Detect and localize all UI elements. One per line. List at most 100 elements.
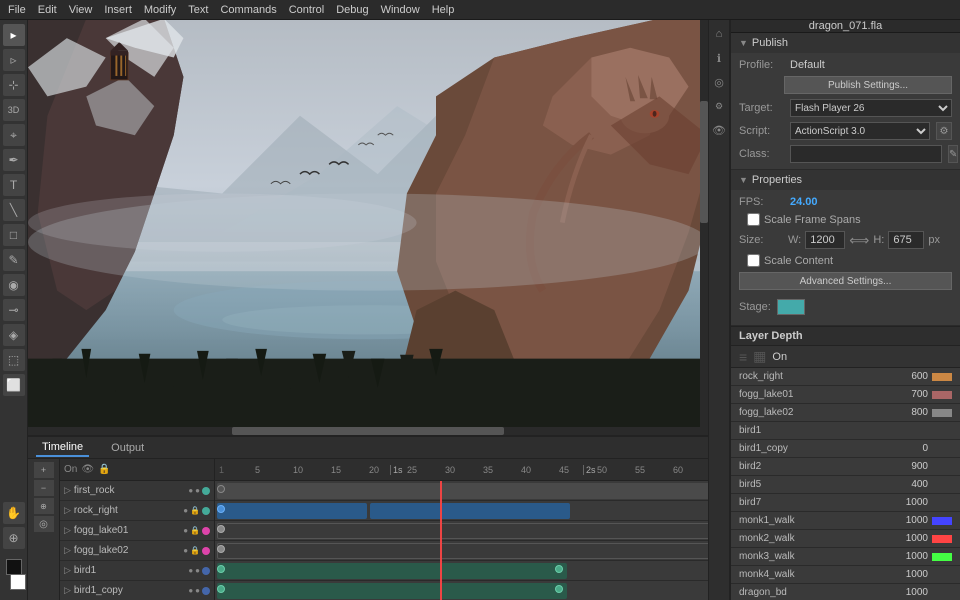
depth-row-bird1-copy[interactable]: bird1_copy 0 xyxy=(731,440,960,458)
add-motion-btn[interactable]: ⊕ xyxy=(34,498,54,514)
menu-insert[interactable]: Insert xyxy=(104,4,132,16)
subselection-tool[interactable]: ▹ xyxy=(3,49,25,71)
line-tool[interactable]: ╲ xyxy=(3,199,25,221)
fps-value[interactable]: 24.00 xyxy=(790,196,818,208)
paint-bucket-tool[interactable]: ◈ xyxy=(3,324,25,346)
depth-row-monk2-walk[interactable]: monk2_walk 1000 xyxy=(731,530,960,548)
script-wrench-btn[interactable]: ⚙ xyxy=(936,122,952,140)
menu-edit[interactable]: Edit xyxy=(38,4,57,16)
menu-window[interactable]: Window xyxy=(381,4,420,16)
properties-arrow: ▼ xyxy=(739,175,748,185)
eyedropper-tool[interactable]: ⬚ xyxy=(3,349,25,371)
depth-row-bird7[interactable]: bird7 1000 xyxy=(731,494,960,512)
freetransform-tool[interactable]: ⊹ xyxy=(3,74,25,96)
h-scrollbar-thumb[interactable] xyxy=(232,427,504,435)
eraser-tool[interactable]: ⬜ xyxy=(3,374,25,396)
depth-row-rock-right[interactable]: rock_right 600 xyxy=(731,368,960,386)
center-area: Timeline Output + − ⊕ ◎ On 👁 🔒 xyxy=(28,20,708,600)
stroke-color[interactable] xyxy=(6,559,22,575)
lock-icon-fogg-lake01[interactable]: 🔒 xyxy=(190,526,200,535)
icon-strip-home[interactable]: ⌂ xyxy=(711,26,727,42)
text-tool[interactable]: T xyxy=(3,174,25,196)
delete-layer-btn[interactable]: − xyxy=(34,480,54,496)
hand-tool[interactable]: ✋ xyxy=(3,502,25,524)
tab-timeline[interactable]: Timeline xyxy=(36,439,89,457)
onion-skin-btn[interactable]: ◎ xyxy=(34,516,54,532)
menu-commands[interactable]: Commands xyxy=(220,4,276,16)
depth-row-fogg-lake02[interactable]: fogg_lake02 800 xyxy=(731,404,960,422)
scale-frame-checkbox[interactable] xyxy=(747,213,760,226)
layer-row-fogg-lake01[interactable]: ▷ fogg_lake01 ● 🔒 xyxy=(60,521,214,541)
pen-tool[interactable]: ✒ xyxy=(3,149,25,171)
frame-row-bird1 xyxy=(215,561,708,581)
canvas-area[interactable] xyxy=(28,20,708,435)
v-scrollbar-thumb[interactable] xyxy=(700,101,708,223)
menu-debug[interactable]: Debug xyxy=(336,4,368,16)
depth-row-monk4-walk[interactable]: monk4_walk 1000 xyxy=(731,566,960,584)
depth-row-bird5[interactable]: bird5 400 xyxy=(731,476,960,494)
stage-color-swatch[interactable] xyxy=(777,299,805,315)
fill-color[interactable] xyxy=(10,574,26,590)
pencil-tool[interactable]: ✎ xyxy=(3,249,25,271)
zoom-tool[interactable]: ⊕ xyxy=(3,527,25,549)
depth-row-bird2[interactable]: bird2 900 xyxy=(731,458,960,476)
stage-bar: Stage: xyxy=(739,295,952,319)
icon-strip-gear[interactable]: ⚙ xyxy=(711,98,727,114)
depth-row-fogg-lake01[interactable]: fogg_lake01 700 xyxy=(731,386,960,404)
menu-text[interactable]: Text xyxy=(188,4,208,16)
eye-icon-rock-right[interactable]: ● xyxy=(183,506,188,515)
icon-strip-camera[interactable]: ◎ xyxy=(711,74,727,90)
horizontal-scrollbar[interactable] xyxy=(28,427,708,435)
properties-header[interactable]: ▼ Properties xyxy=(731,170,960,190)
layer-row-first-rock[interactable]: ▷ first_rock ● ● xyxy=(60,481,214,501)
layer-row-rock-right[interactable]: ▷ rock_right ● 🔒 xyxy=(60,501,214,521)
target-select[interactable]: Flash Player 26 xyxy=(790,99,952,117)
class-pencil-btn[interactable]: ✎ xyxy=(948,145,958,163)
menu-control[interactable]: Control xyxy=(289,4,324,16)
lasso-tool[interactable]: ⌖ xyxy=(3,124,25,146)
eye-icon-fogg-lake01[interactable]: ● xyxy=(183,526,188,535)
class-input[interactable] xyxy=(790,145,942,163)
eye-icon-bird1-copy[interactable]: ● xyxy=(188,586,193,595)
script-select[interactable]: ActionScript 3.0 xyxy=(790,122,930,140)
selection-tool[interactable]: ▸ xyxy=(3,24,25,46)
publish-settings-btn[interactable]: Publish Settings... xyxy=(784,76,952,94)
lock-icon-rock-right[interactable]: 🔒 xyxy=(190,506,200,515)
icon-strip-info[interactable]: ℹ xyxy=(711,50,727,66)
menu-bar: File Edit View Insert Modify Text Comman… xyxy=(0,0,960,20)
eye-icon-first-rock[interactable]: ● xyxy=(188,486,193,495)
layer-row-fogg-lake02[interactable]: ▷ fogg_lake02 ● 🔒 xyxy=(60,541,214,561)
lock-icon-bird1-copy[interactable]: ● xyxy=(195,586,200,595)
layer-row-bird1[interactable]: ▷ bird1 ● ● xyxy=(60,561,214,581)
menu-modify[interactable]: Modify xyxy=(144,4,176,16)
layer-row-bird1-copy[interactable]: ▷ bird1_copy ● ● xyxy=(60,581,214,600)
bone-tool[interactable]: ⊸ xyxy=(3,299,25,321)
tab-output[interactable]: Output xyxy=(105,440,150,456)
vertical-scrollbar[interactable] xyxy=(700,20,708,427)
scale-content-checkbox[interactable] xyxy=(747,254,760,267)
rect-tool[interactable]: □ xyxy=(3,224,25,246)
eye-icon-fogg-lake02[interactable]: ● xyxy=(183,546,188,555)
depth-row-monk1-walk[interactable]: monk1_walk 1000 xyxy=(731,512,960,530)
eye-icon-bird1[interactable]: ● xyxy=(188,566,193,575)
3d-rotation-tool[interactable]: 3D xyxy=(3,99,25,121)
menu-help[interactable]: Help xyxy=(432,4,455,16)
height-input[interactable] xyxy=(888,231,924,249)
depth-bar-monk3-walk xyxy=(932,553,952,561)
new-layer-btn[interactable]: + xyxy=(34,462,54,478)
menu-view[interactable]: View xyxy=(69,4,93,16)
brush-tool[interactable]: ◉ xyxy=(3,274,25,296)
width-input[interactable] xyxy=(805,231,845,249)
layer-name-first-rock: first_rock xyxy=(74,485,185,496)
icon-strip-eye[interactable]: 👁 xyxy=(711,122,727,138)
depth-row-dragon-bd[interactable]: dragon_bd 1000 xyxy=(731,584,960,600)
lock-icon-bird1[interactable]: ● xyxy=(195,566,200,575)
publish-header[interactable]: ▼ Publish xyxy=(731,33,960,53)
timeline-frames[interactable]: 1 5 10 15 20 1s 25 30 35 40 45 2s 50 55 xyxy=(215,459,708,600)
lock-icon-first-rock[interactable]: ● xyxy=(195,486,200,495)
lock-icon-fogg-lake02[interactable]: 🔒 xyxy=(190,546,200,555)
depth-row-monk3-walk[interactable]: monk3_walk 1000 xyxy=(731,548,960,566)
menu-file[interactable]: File xyxy=(8,4,26,16)
depth-row-bird1[interactable]: bird1 xyxy=(731,422,960,440)
advanced-settings-btn[interactable]: Advanced Settings... xyxy=(739,272,952,290)
